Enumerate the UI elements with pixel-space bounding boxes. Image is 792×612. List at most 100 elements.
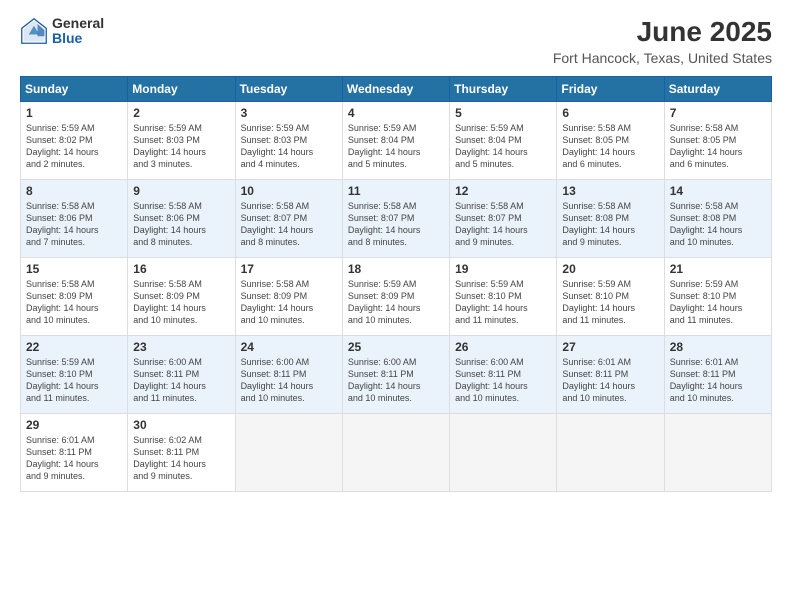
main-title: June 2025 — [553, 16, 772, 48]
logo-text: General Blue — [52, 16, 104, 47]
day-info: Sunrise: 5:59 AM Sunset: 8:04 PM Dayligh… — [348, 122, 444, 171]
day-number: 16 — [133, 262, 229, 276]
day-number: 30 — [133, 418, 229, 432]
day-info: Sunrise: 5:58 AM Sunset: 8:06 PM Dayligh… — [26, 200, 122, 249]
day-number: 18 — [348, 262, 444, 276]
day-info: Sunrise: 5:59 AM Sunset: 8:03 PM Dayligh… — [241, 122, 337, 171]
calendar-table: SundayMondayTuesdayWednesdayThursdayFrid… — [20, 76, 772, 492]
day-info: Sunrise: 6:01 AM Sunset: 8:11 PM Dayligh… — [670, 356, 766, 405]
day-info: Sunrise: 5:58 AM Sunset: 8:08 PM Dayligh… — [670, 200, 766, 249]
calendar-day-cell: 16 Sunrise: 5:58 AM Sunset: 8:09 PM Dayli… — [128, 258, 235, 336]
day-info: Sunrise: 6:02 AM Sunset: 8:11 PM Dayligh… — [133, 434, 229, 483]
calendar-day-cell: 27 Sunrise: 6:01 AM Sunset: 8:11 PM Dayli… — [557, 336, 664, 414]
calendar-day-cell: 5 Sunrise: 5:59 AM Sunset: 8:04 PM Daylig… — [450, 102, 557, 180]
day-number: 17 — [241, 262, 337, 276]
day-number: 12 — [455, 184, 551, 198]
calendar-day-cell: 30 Sunrise: 6:02 AM Sunset: 8:11 PM Dayli… — [128, 414, 235, 492]
day-info: Sunrise: 5:58 AM Sunset: 8:06 PM Dayligh… — [133, 200, 229, 249]
calendar-empty-cell — [235, 414, 342, 492]
calendar-day-cell: 4 Sunrise: 5:59 AM Sunset: 8:04 PM Daylig… — [342, 102, 449, 180]
day-info: Sunrise: 5:58 AM Sunset: 8:05 PM Dayligh… — [562, 122, 658, 171]
logo-general-text: General — [52, 16, 104, 31]
day-number: 4 — [348, 106, 444, 120]
calendar-day-cell: 28Sunrise: 6:01 AM Sunset: 8:11 PM Dayli… — [664, 336, 771, 414]
day-info: Sunrise: 5:59 AM Sunset: 8:02 PM Dayligh… — [26, 122, 122, 171]
calendar-week-row: 22Sunrise: 5:59 AM Sunset: 8:10 PM Dayli… — [21, 336, 772, 414]
page: General Blue June 2025 Fort Hancock, Tex… — [0, 0, 792, 612]
day-number: 27 — [562, 340, 658, 354]
day-number: 25 — [348, 340, 444, 354]
weekday-header: Tuesday — [235, 77, 342, 102]
header: General Blue June 2025 Fort Hancock, Tex… — [20, 16, 772, 66]
day-info: Sunrise: 5:58 AM Sunset: 8:07 PM Dayligh… — [455, 200, 551, 249]
day-number: 14 — [670, 184, 766, 198]
calendar-day-cell: 8Sunrise: 5:58 AM Sunset: 8:06 PM Daylig… — [21, 180, 128, 258]
logo: General Blue — [20, 16, 104, 47]
calendar-day-cell: 7Sunrise: 5:58 AM Sunset: 8:05 PM Daylig… — [664, 102, 771, 180]
calendar-day-cell: 23 Sunrise: 6:00 AM Sunset: 8:11 PM Dayli… — [128, 336, 235, 414]
title-block: June 2025 Fort Hancock, Texas, United St… — [553, 16, 772, 66]
calendar-day-cell: 2 Sunrise: 5:59 AM Sunset: 8:03 PM Daylig… — [128, 102, 235, 180]
day-info: Sunrise: 5:58 AM Sunset: 8:05 PM Dayligh… — [670, 122, 766, 171]
calendar-day-cell: 20Sunrise: 5:59 AM Sunset: 8:10 PM Dayli… — [557, 258, 664, 336]
subtitle: Fort Hancock, Texas, United States — [553, 50, 772, 66]
day-info: Sunrise: 5:58 AM Sunset: 8:08 PM Dayligh… — [562, 200, 658, 249]
day-info: Sunrise: 6:00 AM Sunset: 8:11 PM Dayligh… — [133, 356, 229, 405]
calendar-day-cell: 1 Sunrise: 5:59 AM Sunset: 8:02 PM Daylig… — [21, 102, 128, 180]
calendar-day-cell: 9 Sunrise: 5:58 AM Sunset: 8:06 PM Daylig… — [128, 180, 235, 258]
calendar-day-cell: 6 Sunrise: 5:58 AM Sunset: 8:05 PM Daylig… — [557, 102, 664, 180]
day-number: 23 — [133, 340, 229, 354]
day-info: Sunrise: 6:00 AM Sunset: 8:11 PM Dayligh… — [348, 356, 444, 405]
day-info: Sunrise: 6:01 AM Sunset: 8:11 PM Dayligh… — [562, 356, 658, 405]
day-info: Sunrise: 6:01 AM Sunset: 8:11 PM Dayligh… — [26, 434, 122, 483]
calendar-week-row: 1 Sunrise: 5:59 AM Sunset: 8:02 PM Daylig… — [21, 102, 772, 180]
day-info: Sunrise: 5:58 AM Sunset: 8:09 PM Dayligh… — [133, 278, 229, 327]
day-number: 2 — [133, 106, 229, 120]
day-info: Sunrise: 5:59 AM Sunset: 8:04 PM Dayligh… — [455, 122, 551, 171]
weekday-header: Sunday — [21, 77, 128, 102]
calendar-day-cell: 22Sunrise: 5:59 AM Sunset: 8:10 PM Dayli… — [21, 336, 128, 414]
weekday-header: Monday — [128, 77, 235, 102]
calendar-week-row: 29Sunrise: 6:01 AM Sunset: 8:11 PM Dayli… — [21, 414, 772, 492]
calendar-week-row: 15 Sunrise: 5:58 AM Sunset: 8:09 PM Dayli… — [21, 258, 772, 336]
day-number: 10 — [241, 184, 337, 198]
day-number: 11 — [348, 184, 444, 198]
calendar-empty-cell — [342, 414, 449, 492]
day-number: 24 — [241, 340, 337, 354]
day-number: 19 — [455, 262, 551, 276]
logo-icon — [20, 17, 48, 45]
day-number: 6 — [562, 106, 658, 120]
weekday-header: Saturday — [664, 77, 771, 102]
day-number: 5 — [455, 106, 551, 120]
day-info: Sunrise: 6:00 AM Sunset: 8:11 PM Dayligh… — [455, 356, 551, 405]
day-info: Sunrise: 5:59 AM Sunset: 8:10 PM Dayligh… — [670, 278, 766, 327]
day-info: Sunrise: 5:58 AM Sunset: 8:09 PM Dayligh… — [241, 278, 337, 327]
day-info: Sunrise: 5:58 AM Sunset: 8:09 PM Dayligh… — [26, 278, 122, 327]
calendar-day-cell: 11Sunrise: 5:58 AM Sunset: 8:07 PM Dayli… — [342, 180, 449, 258]
calendar-day-cell: 14 Sunrise: 5:58 AM Sunset: 8:08 PM Dayli… — [664, 180, 771, 258]
weekday-header: Friday — [557, 77, 664, 102]
day-number: 15 — [26, 262, 122, 276]
day-number: 3 — [241, 106, 337, 120]
day-number: 9 — [133, 184, 229, 198]
day-info: Sunrise: 5:59 AM Sunset: 8:03 PM Dayligh… — [133, 122, 229, 171]
calendar-day-cell: 12 Sunrise: 5:58 AM Sunset: 8:07 PM Dayli… — [450, 180, 557, 258]
calendar-day-cell: 29Sunrise: 6:01 AM Sunset: 8:11 PM Dayli… — [21, 414, 128, 492]
weekday-header: Thursday — [450, 77, 557, 102]
day-number: 13 — [562, 184, 658, 198]
day-number: 1 — [26, 106, 122, 120]
calendar-day-cell: 19 Sunrise: 5:59 AM Sunset: 8:10 PM Dayli… — [450, 258, 557, 336]
day-number: 22 — [26, 340, 122, 354]
calendar-empty-cell — [557, 414, 664, 492]
calendar-day-cell: 21 Sunrise: 5:59 AM Sunset: 8:10 PM Dayli… — [664, 258, 771, 336]
day-info: Sunrise: 5:59 AM Sunset: 8:10 PM Dayligh… — [455, 278, 551, 327]
calendar-week-row: 8Sunrise: 5:58 AM Sunset: 8:06 PM Daylig… — [21, 180, 772, 258]
calendar-empty-cell — [450, 414, 557, 492]
calendar-day-cell: 10Sunrise: 5:58 AM Sunset: 8:07 PM Dayli… — [235, 180, 342, 258]
day-number: 21 — [670, 262, 766, 276]
calendar-day-cell: 17 Sunrise: 5:58 AM Sunset: 8:09 PM Dayli… — [235, 258, 342, 336]
calendar-header-row: SundayMondayTuesdayWednesdayThursdayFrid… — [21, 77, 772, 102]
calendar-day-cell: 18Sunrise: 5:59 AM Sunset: 8:09 PM Dayli… — [342, 258, 449, 336]
day-number: 20 — [562, 262, 658, 276]
calendar-day-cell: 15 Sunrise: 5:58 AM Sunset: 8:09 PM Dayli… — [21, 258, 128, 336]
